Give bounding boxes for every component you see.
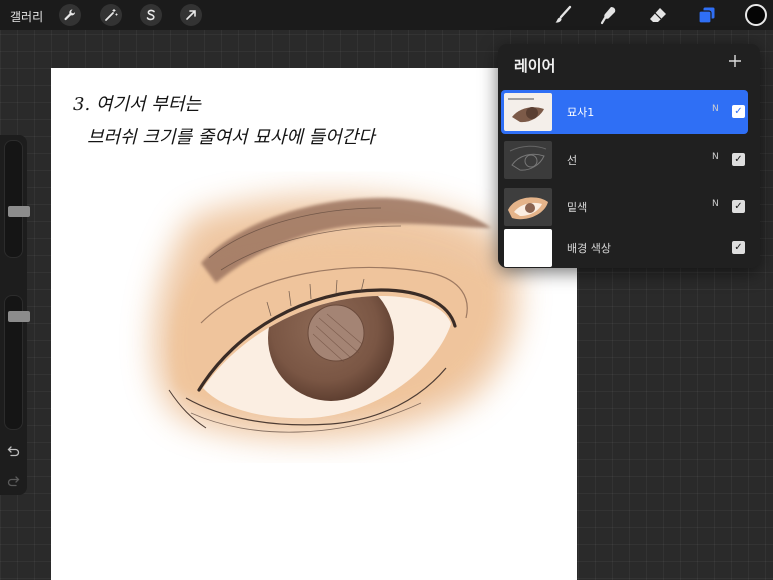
layer-preview-image [508, 197, 548, 220]
layers-icon [698, 6, 716, 24]
layer-preview-image [508, 98, 544, 123]
brush-size-slider[interactable] [4, 140, 30, 258]
layer-name: 밑색 [567, 201, 588, 214]
brush-tool-button[interactable] [551, 3, 575, 27]
transform-button[interactable] [180, 4, 202, 26]
layer-row-background[interactable]: 배경 색상 ✓ [501, 226, 748, 270]
layer-name: 선 [567, 154, 578, 167]
gallery-button[interactable]: 갤러리 [10, 8, 43, 25]
actions-wrench-button[interactable] [59, 4, 81, 26]
smudge-tool-button[interactable] [597, 3, 621, 27]
redo-button[interactable] [7, 473, 20, 492]
layer-thumbnail[interactable] [504, 229, 552, 267]
magic-wand-icon [105, 9, 118, 21]
layer-name: 배경 색상 [567, 242, 611, 255]
top-toolbar: 갤러리 [0, 0, 773, 30]
layer-thumbnail[interactable] [504, 93, 552, 131]
selection-s-icon [146, 9, 155, 21]
opacity-slider[interactable] [4, 295, 30, 430]
add-layer-button[interactable] [728, 51, 742, 73]
plus-icon [729, 55, 741, 67]
layer-visibility-checkbox[interactable]: ✓ [732, 200, 745, 213]
layer-row-3[interactable]: 밑색 N ✓ [501, 185, 748, 229]
brush-size-thumb[interactable] [8, 206, 30, 217]
adjustments-wand-button[interactable] [100, 4, 122, 26]
opacity-thumb[interactable] [8, 311, 30, 322]
color-picker-button[interactable] [745, 4, 767, 26]
layer-visibility-checkbox[interactable]: ✓ [732, 153, 745, 166]
wrench-icon [64, 9, 76, 21]
brush-icon [555, 5, 572, 23]
arrow-cursor-icon [186, 10, 196, 20]
layer-name: 묘사1 [567, 106, 595, 119]
layer-visibility-checkbox[interactable]: ✓ [732, 105, 745, 118]
eraser-icon [650, 8, 666, 22]
undo-icon [7, 446, 20, 457]
blend-mode-button[interactable]: N [712, 199, 719, 209]
undo-button[interactable] [7, 443, 20, 462]
left-sidebar [0, 135, 30, 495]
eraser-tool-button[interactable] [646, 3, 670, 27]
blend-mode-button[interactable]: N [712, 152, 719, 162]
blend-mode-button[interactable]: N [712, 104, 719, 114]
redo-icon [7, 476, 20, 487]
smudge-icon [600, 7, 616, 25]
layer-row-2[interactable]: 선 N ✓ [501, 138, 748, 182]
layer-visibility-checkbox[interactable]: ✓ [732, 241, 745, 254]
layers-panel: 레이어 묘사1 N ✓ 선 N ✓ 밑색 N ✓ 배경 색상 ✓ [498, 44, 760, 268]
layer-preview-image [509, 145, 547, 171]
layers-button[interactable] [695, 3, 719, 27]
layers-panel-title: 레이어 [514, 57, 556, 75]
selection-button[interactable] [140, 4, 162, 26]
layer-thumbnail[interactable] [504, 141, 552, 179]
layer-row-1[interactable]: 묘사1 N ✓ [501, 90, 748, 134]
layer-thumbnail[interactable] [504, 188, 552, 226]
